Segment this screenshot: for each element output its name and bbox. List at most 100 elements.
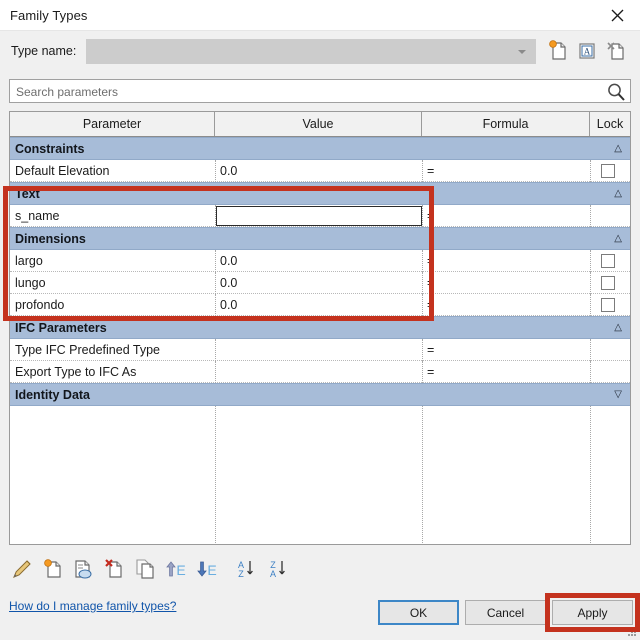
svg-text:Z: Z [238,569,244,579]
cell-parameter: Type IFC Predefined Type [15,343,160,357]
cell-formula[interactable]: = [427,276,434,290]
group-label: Dimensions [15,232,86,246]
lock-checkbox[interactable] [601,276,615,290]
new-parameter-icon[interactable] [40,556,66,582]
column-divider [422,272,423,294]
close-icon[interactable] [594,0,640,31]
column-divider [590,272,591,294]
cell-formula[interactable]: = [427,365,434,379]
search-icon[interactable] [606,82,626,102]
table-row[interactable]: profondo 0.0 = [10,294,630,316]
table-row[interactable]: Export Type to IFC As = [10,361,630,383]
resize-grip[interactable] [627,627,637,637]
cell-value[interactable]: 0.0 [220,254,237,268]
chevron-up-icon[interactable]: △ [614,143,622,154]
type-name-label: Type name: [11,44,77,58]
type-name-combobox[interactable] [86,39,536,64]
column-divider [590,250,591,272]
apply-button[interactable]: Apply [552,600,633,625]
group-label: Text [15,187,40,201]
cell-value[interactable]: 0.0 [220,276,237,290]
cell-formula[interactable]: = [427,164,434,178]
column-header-lock[interactable]: Lock [590,112,630,136]
column-header-formula[interactable]: Formula [422,112,590,136]
lock-checkbox[interactable] [601,254,615,268]
group-header-identity-data[interactable]: Identity Data ▽ [10,383,630,406]
column-divider [590,361,591,383]
column-divider [422,294,423,316]
duplicate-parameter-icon[interactable] [70,556,96,582]
table-row[interactable]: Default Elevation 0.0 = [10,160,630,182]
page-title: Family Types [10,8,88,23]
group-header-ifc-parameters[interactable]: IFC Parameters △ [10,316,630,339]
cell-parameter: lungo [15,276,46,290]
delete-type-icon[interactable] [603,38,629,64]
copy-parameter-icon[interactable] [132,556,158,582]
column-divider [422,361,423,383]
column-divider [215,160,216,182]
column-divider [422,205,423,227]
column-divider [590,205,591,227]
column-divider [590,160,591,182]
parameters-table: Parameter Value Formula Lock Constraints… [9,111,631,545]
cell-parameter: Default Elevation [15,164,110,178]
column-divider [215,250,216,272]
help-link[interactable]: How do I manage family types? [9,599,176,613]
column-divider [215,339,216,361]
cell-formula[interactable]: = [427,209,434,223]
sort-ascending-icon[interactable]: A Z [233,556,259,582]
group-label: Constraints [15,142,85,156]
cell-parameter: largo [15,254,43,268]
column-divider [590,294,591,316]
table-row[interactable]: largo 0.0 = [10,250,630,272]
group-header-dimensions[interactable]: Dimensions △ [10,227,630,250]
table-empty-area [10,406,630,544]
chevron-up-icon[interactable]: △ [614,322,622,333]
svg-text:E: E [176,562,185,578]
chevron-down-icon[interactable] [518,50,526,54]
lock-checkbox[interactable] [601,298,615,312]
cell-formula[interactable]: = [427,298,434,312]
svg-text:A: A [584,47,591,57]
sort-descending-icon[interactable]: Z A [265,556,291,582]
cell-parameter: s_name [15,209,60,223]
type-name-row: Type name: A [0,31,640,73]
new-type-icon[interactable] [545,38,571,64]
move-down-icon[interactable]: E [194,556,220,582]
cell-value[interactable]: 0.0 [220,164,237,178]
move-up-icon[interactable]: E [163,556,189,582]
cell-parameter: Export Type to IFC As [15,365,137,379]
column-divider [590,339,591,361]
svg-text:E: E [207,562,216,578]
table-row[interactable]: s_name = [10,205,630,227]
table-row[interactable]: lungo 0.0 = [10,272,630,294]
column-divider [590,406,591,544]
edit-parameter-icon[interactable] [9,556,35,582]
chevron-up-icon[interactable]: △ [614,188,622,199]
column-divider [422,160,423,182]
column-header-parameter[interactable]: Parameter [10,112,215,136]
delete-parameter-icon[interactable] [101,556,127,582]
rename-type-icon[interactable]: A [574,38,600,64]
svg-text:A: A [270,569,276,579]
cell-formula[interactable]: = [427,343,434,357]
parameter-toolbar: E E A Z Z A Manage Lookup Tables [0,552,640,592]
chevron-up-icon[interactable]: △ [614,233,622,244]
family-types-dialog: Family Types Type name: A Search paramet… [0,0,640,640]
ok-button[interactable]: OK [378,600,459,625]
chevron-down-icon[interactable]: ▽ [614,389,622,400]
search-input-text: Search parameters [16,85,119,99]
search-input[interactable]: Search parameters [9,79,631,103]
group-header-constraints[interactable]: Constraints △ [10,137,630,160]
group-header-text[interactable]: Text △ [10,182,630,205]
column-divider [422,339,423,361]
cell-parameter: profondo [15,298,65,312]
cancel-button[interactable]: Cancel [465,600,546,625]
cell-value[interactable]: 0.0 [220,298,237,312]
cell-value-editor[interactable] [216,206,422,226]
column-header-value[interactable]: Value [215,112,422,136]
cell-formula[interactable]: = [427,254,434,268]
lock-checkbox[interactable] [601,164,615,178]
table-row[interactable]: Type IFC Predefined Type = [10,339,630,361]
column-divider [422,250,423,272]
